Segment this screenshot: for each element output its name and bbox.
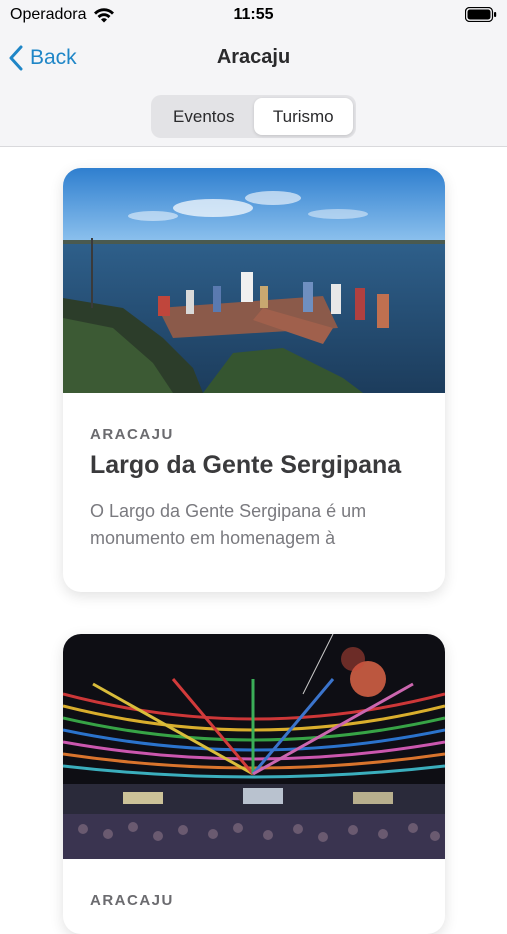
card-image-largo — [63, 168, 445, 393]
navigation-bar: Back Aracaju — [0, 38, 507, 78]
page-title: Aracaju — [216, 46, 291, 68]
attraction-card[interactable]: ARACAJU Largo da Gente Sergipana O Largo… — [63, 168, 445, 592]
segment-eventos[interactable]: Eventos — [154, 98, 254, 135]
card-body: ARACAJU Largo da Gente Sergipana O Largo… — [63, 393, 445, 552]
card-body: ARACAJU — [63, 859, 445, 909]
card-image-festival — [63, 634, 445, 859]
header-area: Operadora 11:55 Back Aracaju Eventos Tur… — [0, 0, 507, 147]
segmented-control: Eventos Turismo — [151, 95, 356, 138]
card-title: Largo da Gente Sergipana — [90, 451, 402, 479]
status-bar: Operadora 11:55 — [0, 0, 507, 30]
segment-turismo[interactable]: Turismo — [253, 98, 353, 135]
battery-icon — [465, 7, 497, 22]
card-description: O Largo da Gente Sergipana é um monument… — [90, 501, 367, 548]
attraction-card[interactable]: ARACAJU — [63, 634, 445, 934]
card-city: ARACAJU — [90, 426, 174, 443]
card-city: ARACAJU — [90, 892, 174, 909]
status-time: 11:55 — [233, 6, 274, 23]
